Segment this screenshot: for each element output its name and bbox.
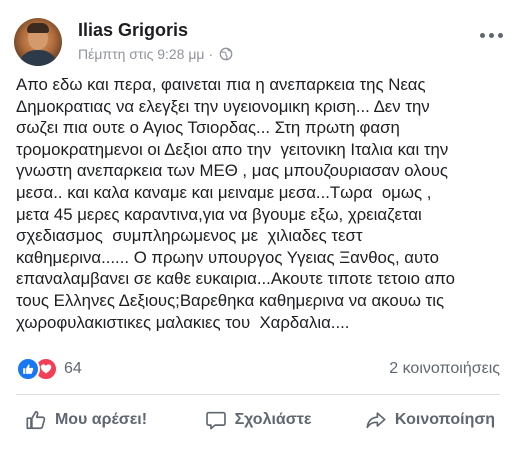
post-text-line: Απο εδω και περα, φαινεται πια η ανεπαρκ… — [16, 75, 426, 94]
post-text-line: τους Ελληνες Δεξιους;Βαρεθηκα καθημερινα… — [16, 290, 445, 310]
share-icon — [366, 412, 386, 429]
comment-label: Σχολιάστε — [234, 411, 312, 428]
reaction-count[interactable]: 64 — [64, 360, 82, 378]
post-text-line: καθημερινα...... Ο πρωην υπουργος Υγειας… — [16, 247, 439, 267]
post-text-line: χωροφυλακιστικες μαλακιες του Χαρδαλια..… — [16, 312, 350, 332]
post-text: Απο εδω και περα, φαινεται πια η ανεπαρκ… — [16, 74, 512, 333]
like-button[interactable]: Μου αρέσει! — [0, 398, 172, 442]
post-text-line: Δημοκρατιας να ελεγξει την υγειονομικη κ… — [16, 96, 430, 116]
thumbs-up-icon — [26, 411, 46, 430]
divider — [16, 394, 500, 395]
post-meta: Πέμπτη στις 9:28 μμ · — [78, 46, 233, 62]
post-text-line: σχεδιασμος συμπληρωμενος με χιλιαδες τεσ… — [16, 226, 363, 246]
shares-count[interactable]: 2 κοινοποιήσεις — [389, 360, 500, 378]
meta-separator: · — [208, 46, 214, 62]
like-label: Μου αρέσει! — [54, 411, 148, 428]
action-bar: Μου αρέσει! Σχολιάστε Κοινοποίηση — [0, 398, 516, 442]
share-label: Κοινοποίηση — [394, 411, 496, 428]
post-text-line: γνωστη ανεπαρκεια των ΜΕΘ , μας μπουζουρ… — [16, 161, 449, 181]
comment-icon — [205, 411, 226, 430]
share-button[interactable]: Κοινοποίηση — [344, 398, 516, 442]
post-text-line: επαναλαμβανει σε καθε ευκαιρια...Ακουτε … — [16, 269, 455, 289]
like-icon — [16, 357, 40, 381]
comment-button[interactable]: Σχολιάστε — [172, 398, 344, 442]
post-text-line: τρομοκρατημενοι οι Δεξιοι απο την γειτον… — [16, 139, 449, 159]
avatar[interactable] — [14, 18, 62, 66]
facebook-post: Ilias Grigoris Πέμπτη στις 9:28 μμ · Απο… — [0, 0, 516, 450]
post-text-line: μετα 45 μερες καραντινα,για να βγουμε εξ… — [16, 204, 422, 224]
author-name[interactable]: Ilias Grigoris — [78, 20, 188, 41]
reactions-summary[interactable]: 64 — [16, 357, 82, 381]
post-text-line: σωζει πια ουτε ο Αγιος Τσιορδας... Στη π… — [16, 118, 400, 138]
post-text-line: μεσα.. και καλα καναμε και μειναμε μεσα.… — [16, 182, 432, 202]
globe-icon[interactable] — [219, 47, 233, 61]
more-options-icon[interactable] — [474, 24, 508, 46]
post-timestamp[interactable]: Πέμπτη στις 9:28 μμ — [78, 46, 204, 62]
